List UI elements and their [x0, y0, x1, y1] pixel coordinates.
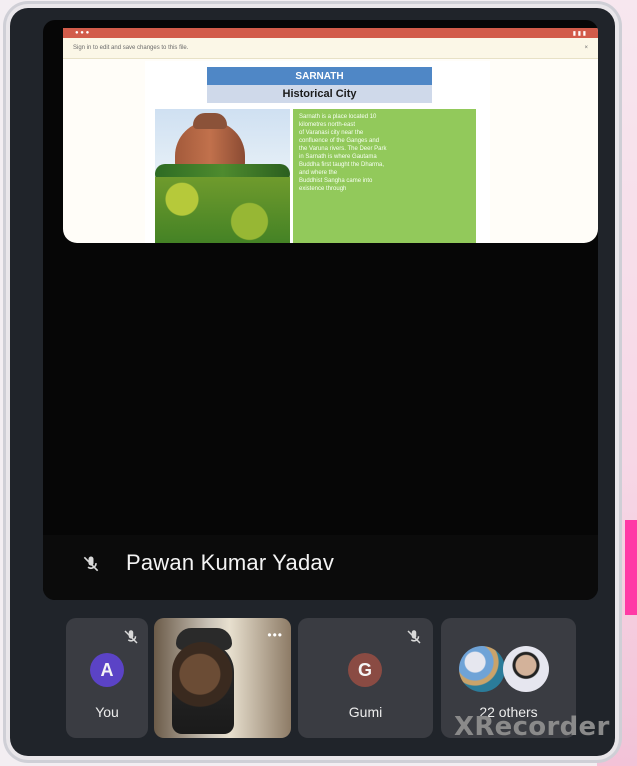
participant-video [172, 642, 234, 734]
document-text-line: the Varuna rivers. The Deer Park [299, 146, 387, 152]
document-text-line: in Sarnath is where Gautama [299, 154, 377, 160]
participant-tile-gumi[interactable]: G Gumi [298, 618, 433, 738]
document-text-line: and where the [299, 170, 338, 176]
participant-thumbnail [503, 646, 549, 692]
document-text-line: Buddha first taught the Dharma, [299, 162, 385, 168]
document-text-line: Sarnath is a place located 10 [299, 114, 377, 120]
phone-status-bar: ● ● ● ▮ ▮ ▮ [63, 28, 598, 38]
shared-phone-screen: ● ● ● ▮ ▮ ▮ Sign in to edit and save cha… [63, 28, 598, 243]
document-text-line: kilometres north-east [299, 122, 356, 128]
participant-thumbnail [459, 646, 505, 692]
avatar: G [348, 653, 382, 687]
sarnath-image [155, 109, 290, 243]
document-page: SARNATH Historical City Sarnath is a pla… [145, 61, 490, 243]
participant-video-tile[interactable]: ••• [154, 618, 291, 738]
document-text-line: Buddhist Sangha came into [299, 178, 373, 184]
document-text-box: Sarnath is a place located 10 kilometres… [293, 109, 476, 243]
document-text-line: confluence of the Ganges and [299, 138, 380, 144]
signin-bar: Sign in to edit and save changes to this… [63, 38, 598, 59]
mic-off-icon [407, 630, 421, 644]
mic-off-icon [124, 630, 138, 644]
document-title: SARNATH [207, 67, 432, 85]
presenter-name-bar: Pawan Kumar Yadav [43, 535, 598, 600]
signin-bar-close-icon: × [584, 45, 588, 51]
mic-off-icon [83, 556, 99, 572]
participant-label: Gumi [348, 704, 383, 720]
status-right-icons: ▮ ▮ ▮ [572, 30, 586, 37]
shared-screen-area[interactable]: ● ● ● ▮ ▮ ▮ Sign in to edit and save cha… [43, 20, 598, 600]
participant-tile-you[interactable]: A You [66, 618, 148, 738]
image-stupa-top [193, 113, 227, 129]
image-foreground [155, 177, 290, 243]
signin-bar-text: Sign in to edit and save changes to this… [73, 45, 189, 51]
meeting-window: ● ● ● ▮ ▮ ▮ Sign in to edit and save cha… [10, 8, 615, 756]
background-accent [625, 520, 637, 615]
document-subtitle: Historical City [207, 85, 432, 103]
avatar: A [90, 653, 124, 687]
more-options-icon[interactable]: ••• [267, 628, 283, 642]
watermark: XRecorder [454, 712, 610, 742]
presenter-name: Pawan Kumar Yadav [126, 550, 335, 575]
document-text-line: of Varanasi city near the [299, 130, 364, 136]
status-left-icons: ● ● ● [75, 30, 90, 36]
document-text-line: existence through [299, 186, 347, 192]
participant-label: You [95, 704, 119, 720]
